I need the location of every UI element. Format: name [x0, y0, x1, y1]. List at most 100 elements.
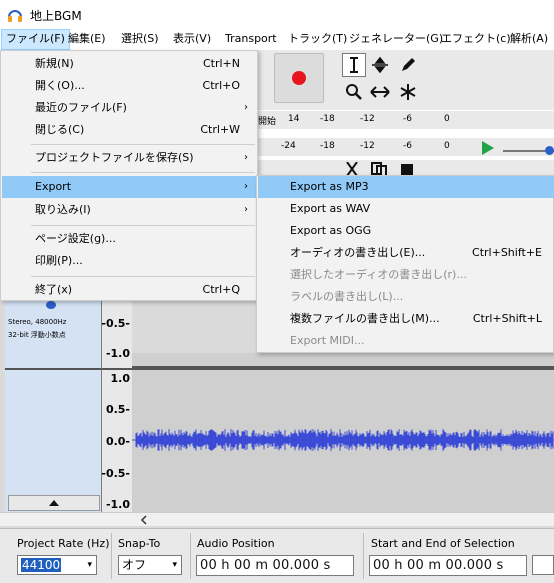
- menu-item-print[interactable]: 印刷(P)...: [2, 250, 258, 272]
- timeshift-tool-icon[interactable]: [368, 80, 392, 104]
- track-control-panel-lower[interactable]: [5, 368, 102, 513]
- record-meter-label: 開始: [258, 117, 277, 127]
- menu-item-export-ogg[interactable]: Export as OGG: [258, 220, 554, 242]
- submenu-arrow-icon: ›: [244, 102, 248, 113]
- menu-item-export-selected-audio: 選択したオーディオの書き出し(r)...: [290, 268, 467, 281]
- snap-to-label: Snap-To: [118, 537, 161, 550]
- menu-item-page-setup[interactable]: ページ設定(g)...: [2, 228, 258, 250]
- menu-separator: [31, 276, 255, 277]
- file-menu: 新規(N) Ctrl+N 開く(O)... Ctrl+O 最近のファイル(F) › 閉…: [0, 50, 258, 301]
- submenu-arrow-icon: ›: [244, 204, 248, 215]
- menu-item-open[interactable]: 開く(O)... Ctrl+O: [2, 75, 258, 97]
- record-meter[interactable]: 開始 14 -18 -12 -6 0: [258, 111, 554, 129]
- envelope-tool-icon[interactable]: [368, 53, 392, 77]
- menu-separator: [31, 144, 255, 145]
- cut-icon[interactable]: [344, 162, 360, 176]
- multi-tool-icon[interactable]: [396, 80, 420, 104]
- project-rate-label: Project Rate (Hz): [17, 537, 110, 550]
- playback-meter[interactable]: -24 -18 -12 -6 0: [258, 138, 554, 156]
- menu-item-import[interactable]: 取り込み(I) ›: [2, 199, 258, 221]
- record-button[interactable]: [274, 53, 324, 103]
- menu-item-save-project[interactable]: プロジェクトファイルを保存(S) ›: [2, 147, 258, 169]
- zoom-tool-icon[interactable]: [342, 80, 366, 104]
- collapse-arrow-icon: [49, 500, 59, 506]
- menu-item-export-mp3[interactable]: Export as MP3: [258, 176, 554, 198]
- track-sample-format: 32-bit 浮動小数点: [8, 331, 66, 339]
- chevron-down-icon: ▾: [87, 560, 92, 570]
- menu-item-export-labels: ラベルの書き出し(L)...: [290, 290, 404, 303]
- menu-bar: ファイル(F) 編集(E) 選択(S) 表示(V) Transport トラック…: [0, 29, 554, 50]
- selection-label: Start and End of Selection: [371, 537, 515, 550]
- record-icon: [292, 71, 306, 85]
- audacity-headphones-icon: [8, 10, 22, 22]
- window-title: 地上BGM: [30, 9, 82, 23]
- waveform: [132, 429, 554, 451]
- menu-item-export-audio[interactable]: オーディオの書き出し(E)... Ctrl+Shift+E: [258, 242, 554, 264]
- toolbar-divider: [190, 533, 191, 579]
- menu-edit[interactable]: 編集(E): [64, 29, 110, 50]
- submenu-arrow-icon: ›: [244, 152, 248, 163]
- toolbar-divider: [363, 533, 364, 579]
- play-meter-tick: -12: [360, 141, 375, 151]
- submenu-arrow-icon: ›: [244, 181, 248, 192]
- scale-label: 0.0-: [105, 435, 130, 448]
- pan-slider-thumb[interactable]: [46, 301, 56, 309]
- title-bar: 地上BGM: [0, 0, 554, 29]
- menu-item-export-multiple[interactable]: 複数ファイルの書き出し(M)... Ctrl+Shift+L: [258, 308, 554, 330]
- waveform-channel-right[interactable]: [132, 368, 554, 513]
- play-at-speed-icon[interactable]: [477, 138, 497, 158]
- menu-item-recent-files[interactable]: 最近のファイル(F) ›: [2, 97, 258, 119]
- menu-select[interactable]: 選択(S): [117, 29, 163, 50]
- project-rate-select[interactable]: 44100 ▾: [17, 555, 97, 575]
- scale-label: -1.0: [105, 347, 130, 360]
- copy-icon[interactable]: [370, 162, 388, 176]
- scroll-left-icon[interactable]: [140, 515, 148, 525]
- chevron-down-icon: ▾: [172, 560, 177, 570]
- paste-icon[interactable]: [398, 162, 416, 176]
- scale-label: -0.5-: [101, 317, 130, 330]
- horizontal-scrollbar[interactable]: [0, 512, 554, 526]
- menu-view[interactable]: 表示(V): [169, 29, 215, 50]
- menu-generate[interactable]: ジェネレーター(G): [345, 29, 447, 50]
- selection-tool-icon[interactable]: [342, 53, 366, 77]
- collapse-track-button[interactable]: [8, 495, 100, 511]
- menu-transport[interactable]: Transport: [221, 29, 281, 50]
- scale-label: -0.5-: [101, 467, 130, 480]
- menu-item-new[interactable]: 新規(N) Ctrl+N: [2, 53, 258, 75]
- record-meter-tick: -12: [360, 114, 375, 124]
- play-meter-tick: -18: [320, 141, 335, 151]
- record-meter-tick: 0: [444, 114, 450, 124]
- scale-label: 0.5-: [105, 403, 130, 416]
- selection-end-field[interactable]: [532, 555, 554, 575]
- record-meter-tick: -18: [320, 114, 335, 124]
- vertical-ruler-right: 1.0 0.5- 0.0- -0.5- -1.0: [101, 368, 132, 513]
- toolbar-divider: [111, 533, 112, 579]
- menu-separator: [31, 225, 255, 226]
- menu-item-export[interactable]: Export ›: [2, 176, 258, 198]
- play-speed-thumb[interactable]: [545, 146, 554, 155]
- audio-position-field[interactable]: 00 h 00 m 00.000 s: [196, 555, 354, 576]
- menu-analyze[interactable]: 解析(A): [506, 29, 552, 50]
- audio-position-label: Audio Position: [197, 537, 275, 550]
- play-meter-tick: -6: [403, 141, 412, 151]
- record-meter-tick: 14: [288, 114, 300, 124]
- menu-tracks[interactable]: トラック(T): [284, 29, 351, 50]
- play-meter-tick: 0: [444, 141, 450, 151]
- snap-to-select[interactable]: オフ ▾: [118, 555, 182, 575]
- menu-item-export-wav[interactable]: Export as WAV: [258, 198, 554, 220]
- draw-tool-icon[interactable]: [396, 53, 420, 77]
- menu-file[interactable]: ファイル(F): [1, 29, 70, 50]
- menu-effect[interactable]: エフェクト(c): [437, 29, 515, 50]
- play-meter-tick: -24: [281, 141, 296, 151]
- menu-item-exit[interactable]: 終了(x) Ctrl+Q: [2, 279, 258, 301]
- scale-label: 1.0: [110, 372, 131, 385]
- track-format: Stereo, 48000Hz: [8, 318, 67, 326]
- menu-separator: [31, 172, 255, 173]
- selection-start-field[interactable]: 00 h 00 m 00.000 s: [369, 555, 527, 576]
- menu-item-close[interactable]: 閉じる(C) Ctrl+W: [2, 119, 258, 141]
- record-meter-tick: -6: [403, 114, 412, 124]
- export-submenu: Export as MP3 Export as WAV Export as OG…: [256, 175, 554, 353]
- scale-label: -1.0: [105, 498, 130, 511]
- waveform-channel-left[interactable]: [132, 353, 554, 368]
- menu-item-export-midi: Export MIDI...: [290, 334, 365, 347]
